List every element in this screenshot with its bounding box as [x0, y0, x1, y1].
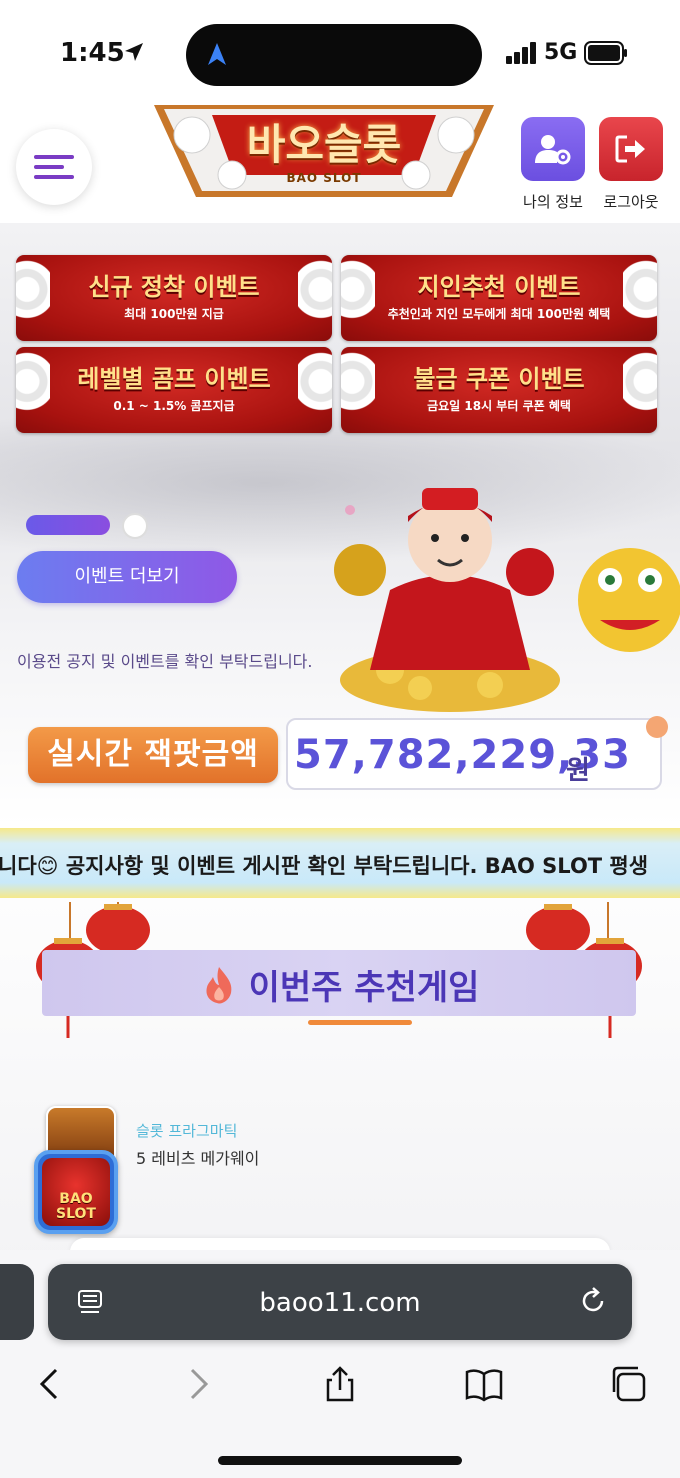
url-text[interactable]: baoo11.com [48, 1288, 632, 1318]
logout-label: 로그아웃 [603, 193, 659, 211]
event-subtitle: 금요일 18시 부터 쿠폰 혜택 [427, 399, 571, 413]
event-title: 불금 쿠폰 이벤트 [413, 365, 585, 393]
tabs-icon[interactable] [608, 1364, 648, 1404]
network-type: 5G [544, 40, 578, 65]
recommended-underline [308, 1020, 412, 1025]
flower-decoration [646, 716, 668, 738]
mascot-illustration [334, 488, 680, 712]
floating-logo-text: BAO SLOT [56, 1191, 96, 1222]
logout-icon [615, 135, 645, 163]
event-title: 신규 정착 이벤트 [88, 273, 260, 301]
event-subtitle: 최대 100만원 지급 [124, 307, 224, 321]
back-icon[interactable] [30, 1364, 70, 1404]
logout-button[interactable] [599, 117, 663, 181]
event-subtitle: 추천인과 지인 모두에게 최대 100만원 혜택 [387, 307, 611, 321]
share-icon[interactable] [320, 1364, 360, 1404]
my-info-label: 나의 정보 [523, 193, 583, 211]
notice-text: 이용전 공지 및 이벤트를 확인 부탁드립니다. [17, 652, 313, 671]
event-banner-referral[interactable]: 지인추천 이벤트 추천인과 지인 모두에게 최대 100만원 혜택 [341, 255, 657, 341]
slider-dot[interactable] [122, 513, 148, 539]
slider-dot-active[interactable] [26, 515, 110, 535]
event-banner-comp[interactable]: 레벨별 콤프 이벤트 0.1 ~ 1.5% 콤프지급 [16, 347, 332, 433]
reload-icon[interactable] [578, 1286, 608, 1316]
event-banner-coupon[interactable]: 불금 쿠폰 이벤트 금요일 18시 부터 쿠폰 혜택 [341, 347, 657, 433]
bookmarks-icon[interactable] [464, 1364, 504, 1404]
status-bar: 1:45 5G [0, 0, 680, 105]
event-title: 지인추천 이벤트 [417, 273, 581, 301]
recommended-title-text: 이번주 추천게임 [248, 968, 480, 1008]
recommended-games-banner: 이번주 추천게임 [42, 950, 636, 1016]
fire-icon [206, 966, 231, 1004]
dynamic-island [186, 24, 482, 86]
jackpot-amount-box: 57,782,229,33 원 [286, 718, 662, 790]
user-settings-icon [535, 135, 571, 165]
browser-toolbar: baoo11.com [0, 1250, 680, 1478]
event-banner-new-member[interactable]: 신규 정착 이벤트 최대 100만원 지급 [16, 255, 332, 341]
home-indicator [218, 1456, 462, 1465]
site-header: 바오슬롯 BAO SLOT 나의 정보 로그아웃 [0, 105, 680, 223]
notice-marquee: 니다😊 공지사항 및 이벤트 게시판 확인 부탁드립니다. BAO SLOT 평… [0, 828, 680, 898]
recommended-title: 이번주 추천게임 [42, 960, 636, 1009]
logo-subtext: BAO SLOT [286, 171, 362, 185]
floating-chat-button[interactable]: BAO SLOT [34, 1150, 118, 1234]
battery-icon [584, 41, 627, 65]
previous-tab[interactable] [0, 1264, 34, 1340]
forward-icon[interactable] [178, 1364, 218, 1404]
marquee-text: 니다😊 공지사항 및 이벤트 게시판 확인 부탁드립니다. BAO SLOT 평… [0, 854, 649, 878]
site-logo[interactable]: 바오슬롯 BAO SLOT [152, 105, 496, 205]
logo-text: 바오슬롯 [246, 120, 402, 169]
event-title: 레벨별 콤프 이벤트 [77, 365, 271, 393]
game-category: 슬롯 프라그마틱 [136, 1122, 238, 1140]
hamburger-icon [34, 149, 74, 185]
navigation-arrow-icon [208, 43, 226, 65]
jackpot-label: 실시간 잭팟금액 [28, 727, 278, 783]
menu-button[interactable] [16, 129, 92, 205]
address-bar[interactable]: baoo11.com [48, 1264, 632, 1340]
game-name[interactable]: 5 레비츠 메가웨이 [136, 1145, 259, 1169]
event-subtitle: 0.1 ~ 1.5% 콤프지급 [113, 399, 235, 413]
signal-icon [506, 42, 536, 64]
my-info-button[interactable] [521, 117, 585, 181]
location-arrow-icon [125, 43, 143, 61]
more-events-button[interactable]: 이벤트 더보기 [17, 551, 237, 603]
status-time: 1:45 [60, 38, 125, 68]
jackpot-currency: 원 [566, 756, 590, 786]
